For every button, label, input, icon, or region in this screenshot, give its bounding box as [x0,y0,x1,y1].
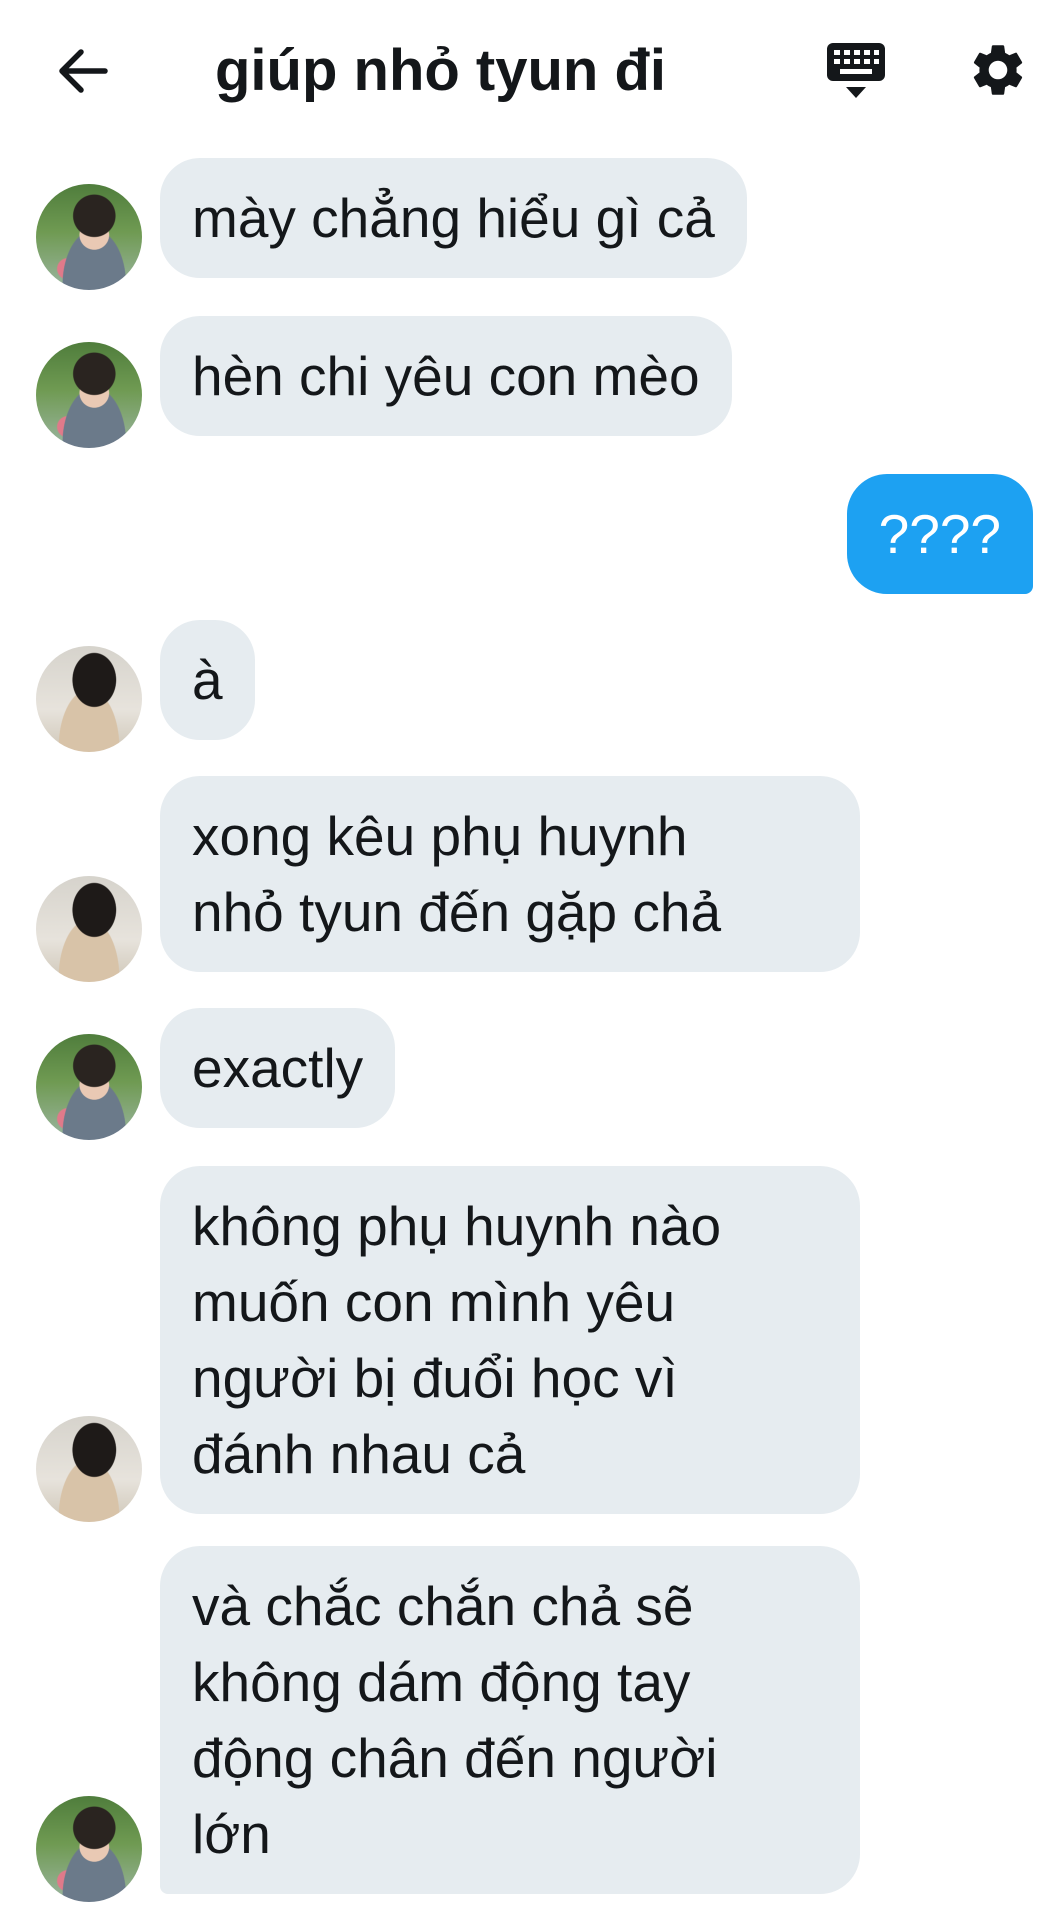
message-row: ???? [0,474,1049,608]
conversation-header: giúp nhỏ tyun đi [0,0,1049,140]
incoming-message-bubble[interactable]: à [160,620,255,740]
sender-avatar[interactable] [36,1034,142,1140]
sender-avatar[interactable] [36,1416,142,1522]
incoming-message-bubble[interactable]: hèn chi yêu con mèo [160,316,732,436]
sender-avatar[interactable] [36,1796,142,1902]
message-row: à [0,620,1049,754]
message-row: và chắc chắn chả sẽ không dám động tay đ… [0,1546,1049,1902]
incoming-message-bubble[interactable]: không phụ huynh nào muốn con mình yêu ng… [160,1166,860,1514]
message-row: xong kêu phụ huynh nhỏ tyun đến gặp chả [0,776,1049,982]
sender-avatar[interactable] [36,342,142,448]
sender-avatar[interactable] [36,876,142,982]
sender-avatar[interactable] [36,184,142,290]
incoming-message-bubble[interactable]: mày chẳng hiểu gì cả [160,158,747,278]
incoming-message-bubble[interactable]: xong kêu phụ huynh nhỏ tyun đến gặp chả [160,776,860,972]
arrow-left-icon [59,49,108,93]
keyboard-button[interactable] [820,36,892,106]
message-row: exactly [0,1008,1049,1142]
gear-icon [973,45,1023,95]
back-button[interactable] [48,36,118,106]
message-row: không phụ huynh nào muốn con mình yêu ng… [0,1166,1049,1522]
settings-button[interactable] [962,34,1034,106]
message-row: hèn chi yêu con mèo [0,316,1049,450]
message-row: mày chẳng hiểu gì cả [0,158,1049,292]
keyboard-icon [827,43,885,98]
incoming-message-bubble[interactable]: và chắc chắn chả sẽ không dám động tay đ… [160,1546,860,1894]
incoming-message-bubble[interactable]: exactly [160,1008,396,1128]
conversation-title: giúp nhỏ tyun đi [215,38,667,103]
sender-avatar[interactable] [36,646,142,752]
outgoing-message-bubble[interactable]: ???? [846,474,1033,594]
